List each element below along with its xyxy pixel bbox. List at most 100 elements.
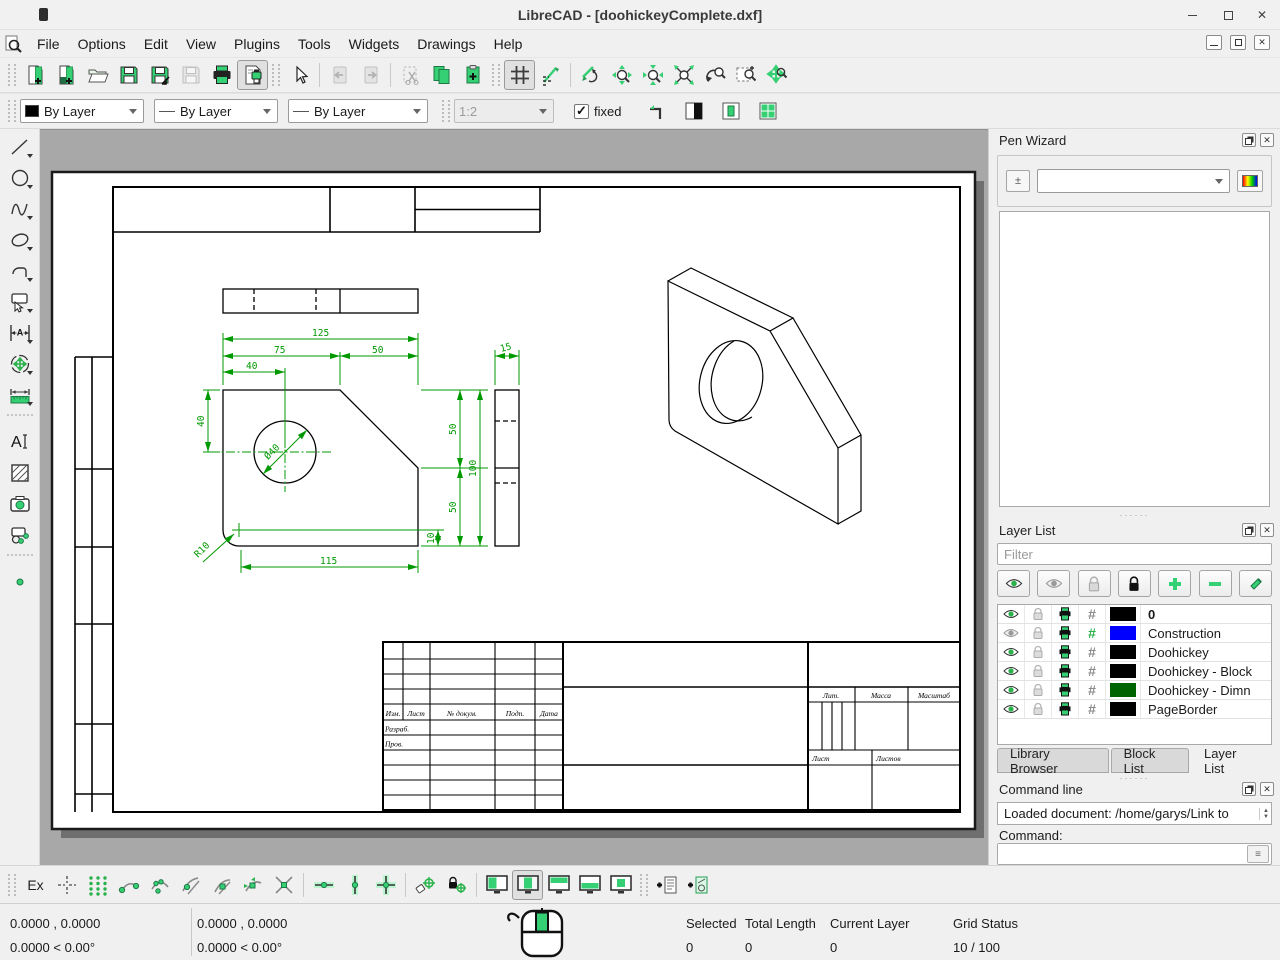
toolbar-drag-handle[interactable] — [8, 100, 16, 122]
paste-button[interactable] — [457, 60, 488, 90]
layer-print-toggle[interactable] — [1052, 643, 1079, 661]
layer-lock-toggle[interactable] — [1025, 624, 1052, 642]
layer-filter-input[interactable] — [997, 543, 1272, 565]
layer-construction-toggle[interactable]: # — [1079, 624, 1106, 642]
mdi-close-button[interactable]: ✕ — [1254, 35, 1270, 50]
select-tool-button[interactable] — [4, 286, 36, 317]
edit-layer-button[interactable] — [1239, 570, 1272, 597]
snap-center-button[interactable] — [175, 870, 206, 900]
unlock-all-layers-button[interactable] — [1078, 570, 1111, 597]
layer-name[interactable]: Doohickey - Block — [1141, 662, 1271, 680]
pen-wizard-color-button[interactable] — [1237, 170, 1263, 192]
layer-construction-toggle[interactable]: # — [1079, 643, 1106, 661]
dock-floating-button[interactable] — [605, 870, 636, 900]
add-custom-widget-button[interactable] — [683, 870, 714, 900]
layer-color-swatch[interactable] — [1106, 643, 1141, 661]
layer-list-close-button[interactable]: ✕ — [1260, 523, 1274, 537]
spline-tool-button[interactable] — [4, 193, 36, 224]
layer-color-swatch[interactable] — [1106, 681, 1141, 699]
remove-layer-button[interactable] — [1199, 570, 1232, 597]
dimension-scale-combo[interactable]: 1:2 — [454, 99, 554, 123]
pen-wizard-float-button[interactable] — [1242, 133, 1256, 147]
window-maximize-button[interactable] — [1220, 7, 1236, 23]
dock-splitter[interactable]: ······ — [1120, 773, 1150, 783]
layer-row[interactable]: # Doohickey - Dimn — [998, 681, 1271, 700]
multiple-views-button[interactable] — [752, 96, 783, 126]
menu-drawings[interactable]: Drawings — [408, 33, 484, 55]
kill-all-actions-button[interactable] — [575, 60, 606, 90]
text-tool-button[interactable]: A — [4, 426, 36, 457]
pen-wizard-close-button[interactable]: ✕ — [1260, 133, 1274, 147]
snap-grid-button[interactable] — [82, 870, 113, 900]
layer-row[interactable]: # PageBorder — [998, 700, 1271, 719]
menu-widgets[interactable]: Widgets — [340, 33, 409, 55]
draft-mode-button[interactable] — [678, 96, 709, 126]
layer-color-swatch[interactable] — [1106, 662, 1141, 680]
layer-visibility-toggle[interactable] — [998, 681, 1025, 699]
pen-wizard-updown-button[interactable]: ± — [1006, 170, 1030, 192]
undo-button[interactable] — [324, 60, 355, 90]
mdi-minimize-button[interactable] — [1206, 35, 1222, 50]
window-minimize-button[interactable] — [1184, 7, 1200, 23]
menu-view[interactable]: View — [177, 33, 225, 55]
layer-construction-toggle[interactable]: # — [1079, 662, 1106, 680]
tab-block-list[interactable]: Block List — [1111, 748, 1189, 773]
restrict-horizontal-button[interactable] — [308, 870, 339, 900]
layer-row[interactable]: # Construction — [998, 624, 1271, 643]
show-all-layers-button[interactable] — [997, 570, 1030, 597]
mdi-restore-button[interactable] — [1230, 35, 1246, 50]
menu-help[interactable]: Help — [485, 33, 532, 55]
copy-button[interactable] — [426, 60, 457, 90]
layer-lock-toggle[interactable] — [1025, 605, 1052, 623]
redo-button[interactable] — [355, 60, 386, 90]
command-line-float-button[interactable] — [1242, 782, 1256, 796]
pen-wizard-list[interactable] — [999, 211, 1270, 507]
circle-tool-button[interactable] — [4, 162, 36, 193]
menu-plugins[interactable]: Plugins — [225, 33, 289, 55]
layer-print-toggle[interactable] — [1052, 700, 1079, 718]
layer-print-toggle[interactable] — [1052, 605, 1079, 623]
layer-lock-toggle[interactable] — [1025, 681, 1052, 699]
layer-color-swatch[interactable] — [1106, 624, 1141, 642]
file-save-all-button[interactable] — [175, 60, 206, 90]
print-preview-button[interactable] — [237, 60, 268, 90]
layer-name[interactable]: Doohickey — [1141, 643, 1271, 661]
layer-construction-toggle[interactable]: # — [1079, 605, 1106, 623]
file-open-button[interactable] — [82, 60, 113, 90]
layer-name[interactable]: PageBorder — [1141, 700, 1271, 718]
layer-name[interactable]: Doohickey - Dimn — [1141, 681, 1271, 699]
layer-visibility-toggle[interactable] — [998, 700, 1025, 718]
menu-file[interactable]: File — [28, 33, 69, 55]
layer-name[interactable]: 0 — [1141, 605, 1271, 623]
snap-distance-button[interactable] — [237, 870, 268, 900]
command-options-button[interactable]: ≡ — [1247, 845, 1269, 863]
dock-top-button[interactable] — [543, 870, 574, 900]
restrict-vertical-button[interactable] — [339, 870, 370, 900]
hatch-tool-button[interactable] — [4, 457, 36, 488]
drawing-canvas[interactable]: Изм. Лист № докум. Подп. Дата Разраб. Пр… — [40, 129, 988, 865]
pen-width-combo[interactable]: By Layer — [154, 99, 278, 123]
toolbar-drag-handle[interactable] — [492, 64, 500, 86]
layer-color-swatch[interactable] — [1106, 605, 1141, 623]
zoom-pan-button[interactable] — [761, 60, 792, 90]
layer-print-toggle[interactable] — [1052, 624, 1079, 642]
layer-row[interactable]: # Doohickey - Block — [998, 662, 1271, 681]
image-tool-button[interactable] — [4, 488, 36, 519]
layer-construction-toggle[interactable]: # — [1079, 700, 1106, 718]
history-scroll-buttons[interactable]: ▲▼ — [1259, 808, 1269, 820]
select-pointer-button[interactable] — [284, 60, 315, 90]
lock-all-layers-button[interactable] — [1118, 570, 1151, 597]
file-new-button[interactable] — [20, 60, 51, 90]
snap-entity-button[interactable] — [144, 870, 175, 900]
layer-name[interactable]: Construction — [1141, 624, 1271, 642]
tab-library-browser[interactable]: Library Browser — [997, 748, 1109, 773]
toolbar-drag-handle[interactable] — [272, 64, 280, 86]
scroll-down-icon[interactable]: ▼ — [1263, 814, 1269, 820]
add-layer-button[interactable] — [1158, 570, 1191, 597]
layer-construction-toggle[interactable]: # — [1079, 681, 1106, 699]
hide-all-layers-button[interactable] — [1037, 570, 1070, 597]
snap-intersection-button[interactable] — [268, 870, 299, 900]
isometric-grid-button[interactable] — [535, 60, 566, 90]
dock-left-button[interactable] — [481, 870, 512, 900]
command-input[interactable] — [998, 844, 1247, 864]
